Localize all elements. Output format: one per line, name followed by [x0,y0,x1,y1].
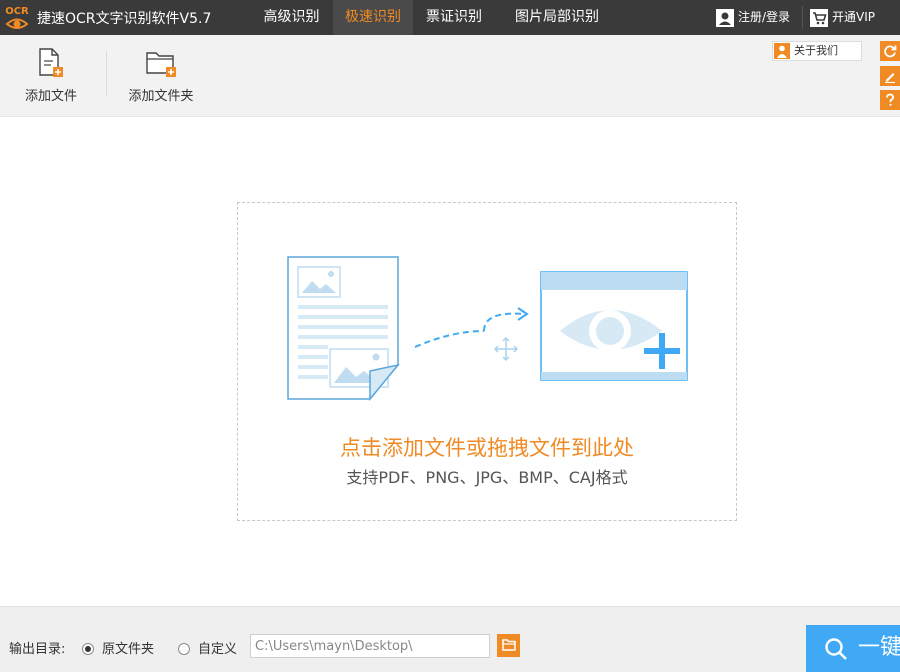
document-icon [287,256,400,402]
radio-original-folder[interactable]: 原文件夹 [82,638,154,657]
cart-icon [810,8,828,27]
file-drop-zone[interactable]: 点击添加文件或拖拽文件到此处 支持PDF、PNG、JPG、BMP、CAJ格式 [237,202,737,521]
output-path-input[interactable] [250,634,490,658]
refresh-icon [884,45,897,58]
radio-custom-dot[interactable] [178,643,190,655]
add-folder-icon [146,52,176,77]
about-us-label: 关于我们 [794,44,838,57]
add-file-icon [39,48,63,77]
help-icon [886,93,894,106]
drop-title: 点击添加文件或拖拽文件到此处 [340,436,634,460]
add-folder-button[interactable]: 添加文件夹 [116,45,206,110]
tab-ticket-recognition[interactable]: 票证识别 [413,0,495,35]
refresh-button[interactable] [880,41,900,61]
eye-preview-icon [540,271,688,381]
title-bar: OCR 捷速OCR文字识别软件V5.7 高级识别 极速识别 票证识别 图片局部识… [0,0,900,35]
drop-subtitle: 支持PDF、PNG、JPG、BMP、CAJ格式 [346,468,628,487]
folder-icon [501,639,516,651]
tab-image-region-recognition[interactable]: 图片局部识别 [497,0,617,35]
search-icon [825,638,847,660]
browse-folder-button[interactable] [497,634,520,657]
ocr-logo-icon: OCR [5,6,29,29]
toolbar: 添加文件 添加文件夹 关于我们 [0,35,900,117]
start-recognition-button[interactable]: 一键 [806,625,900,672]
add-file-button[interactable]: 添加文件 [6,45,96,110]
user-icon [716,8,734,27]
bottom-bar: 输出目录: 原文件夹 自定义 一键 [0,606,900,672]
radio-custom-label: 自定义 [198,642,238,657]
edit-icon [885,73,895,83]
feedback-button[interactable] [880,66,900,86]
vip-button[interactable]: 开通VIP [810,0,875,35]
vip-label: 开通VIP [832,10,875,24]
radio-custom-folder[interactable]: 自定义 [178,638,237,657]
radio-original-dot[interactable] [82,643,94,655]
output-directory-label: 输出目录: [9,642,66,657]
toolbar-divider [106,51,107,97]
start-label: 一键 [858,635,900,660]
add-folder-label: 添加文件夹 [128,89,194,104]
about-icon [774,43,790,59]
svg-text:OCR: OCR [5,6,29,17]
app-title: 捷速OCR文字识别软件V5.7 [37,11,212,27]
move-icon [493,336,519,362]
about-us-button[interactable]: 关于我们 [772,41,862,61]
login-label: 注册/登录 [738,10,791,24]
add-file-label: 添加文件 [24,89,77,104]
login-button[interactable]: 注册/登录 [716,0,790,35]
help-button[interactable] [880,90,900,110]
tab-fast-recognition[interactable]: 极速识别 [333,0,413,35]
tab-advanced-recognition[interactable]: 高级识别 [250,0,333,35]
radio-original-label: 原文件夹 [102,642,155,657]
